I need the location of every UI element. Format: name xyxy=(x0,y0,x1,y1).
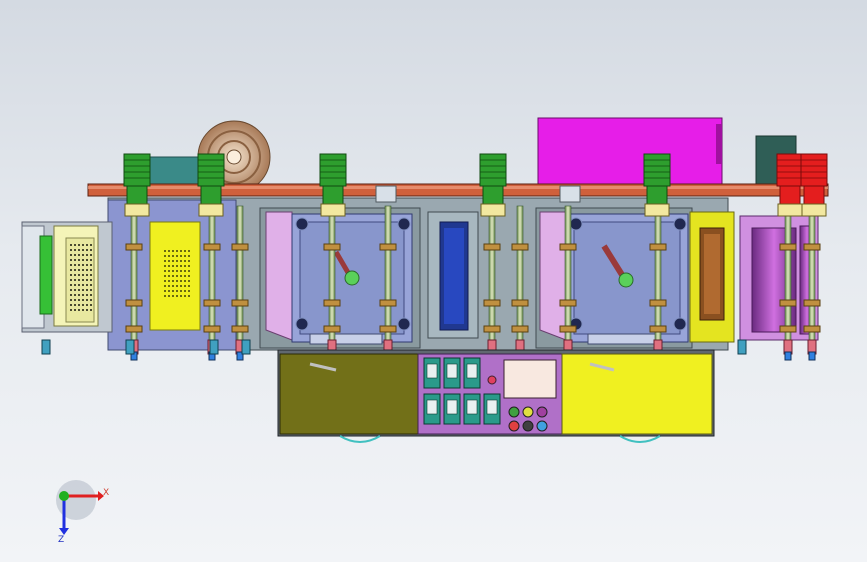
selector-switch xyxy=(423,393,441,425)
axis-triad: X Z xyxy=(56,480,109,545)
indicator-lamp xyxy=(508,406,520,418)
pneumatic-fitting xyxy=(41,339,51,355)
olive-cabinet xyxy=(279,353,419,435)
selector-switch xyxy=(463,357,481,389)
x-axis-label: X xyxy=(103,488,109,498)
selector-switch xyxy=(423,357,441,389)
teal-bracket xyxy=(149,156,199,188)
yellow-cabinet xyxy=(561,353,713,435)
cad-viewport: X Z xyxy=(0,0,867,562)
gear-motor xyxy=(643,153,671,217)
selector-switch xyxy=(483,393,501,425)
pneumatic-fitting xyxy=(209,339,219,355)
station-2 xyxy=(535,207,693,349)
indicator-lamp xyxy=(508,420,520,432)
gear-motor xyxy=(197,153,225,217)
gear-motor xyxy=(800,153,828,217)
pneumatic-fitting xyxy=(125,339,135,355)
emergency-stop-button xyxy=(487,375,497,385)
feeding-table xyxy=(21,221,113,333)
indicator-lamp xyxy=(522,406,534,418)
selector-switch xyxy=(443,357,461,389)
gear-motor xyxy=(479,153,507,217)
selector-switch xyxy=(443,393,461,425)
purple-roller xyxy=(739,215,819,341)
center-blue-module xyxy=(427,211,479,339)
yellow-guard-left xyxy=(149,221,201,331)
pneumatic-fitting xyxy=(241,339,251,355)
rail-coupling xyxy=(375,185,397,203)
gear-motor xyxy=(319,153,347,217)
z-axis-label: Z xyxy=(58,535,64,545)
indicator-lamp xyxy=(536,420,548,432)
rail-coupling xyxy=(559,185,581,203)
machine-assembly-drawing: X Z xyxy=(21,117,829,545)
gear-motor xyxy=(123,153,151,217)
y-axis-dot xyxy=(59,491,69,501)
gear-motor xyxy=(776,153,804,217)
housing-side-plate xyxy=(716,124,722,164)
control-display xyxy=(503,359,557,399)
pneumatic-fitting xyxy=(737,339,747,355)
indicator-lamp xyxy=(522,420,534,432)
selector-switch xyxy=(463,393,481,425)
indicator-lamp xyxy=(536,406,548,418)
heater-panel xyxy=(689,211,735,343)
